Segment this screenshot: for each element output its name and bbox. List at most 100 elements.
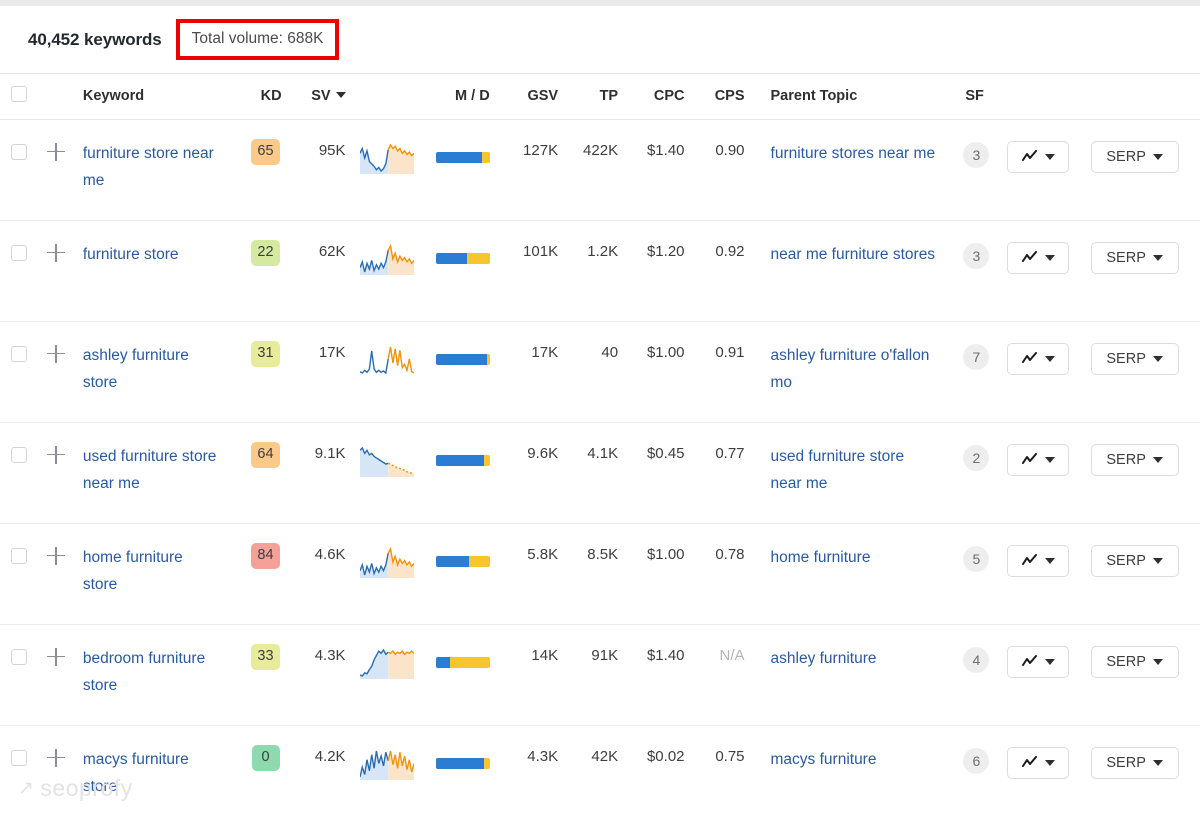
serp-button[interactable]: SERP [1090, 544, 1179, 577]
row-select-cell[interactable] [0, 422, 39, 524]
row-checkbox[interactable] [11, 143, 28, 160]
parent-topic-cell[interactable]: ashley furniture [758, 624, 952, 726]
keyword-link[interactable]: ashley furniture store [83, 347, 189, 391]
column-header-kd[interactable]: KD [227, 74, 294, 120]
parent-topic-cell[interactable]: furniture stores near me [758, 119, 952, 221]
table-row[interactable]: bedroom furniture store 33 4.3K 14K 91K $1.40… [0, 624, 1200, 726]
table-row[interactable]: macys furniture store 0 4.2K 4.3K 42K $0.02 0.… [0, 725, 1200, 816]
column-header-tp[interactable]: TP [572, 74, 633, 120]
metrics-chart-button[interactable] [1007, 443, 1070, 476]
parent-topic-cell[interactable]: home furniture [758, 523, 952, 625]
row-expand-cell[interactable] [38, 119, 73, 221]
chart-action-cell[interactable] [1007, 725, 1091, 816]
select-all-header[interactable] [0, 74, 39, 120]
serp-action-cell[interactable]: SERP [1090, 624, 1200, 726]
parent-topic-cell[interactable]: used furniture store near me [758, 422, 952, 524]
plus-icon[interactable] [46, 243, 66, 263]
parent-topic-cell[interactable]: ashley furniture o'fallon mo [758, 321, 952, 423]
keyword-cell[interactable]: furniture store [72, 220, 228, 322]
plus-icon[interactable] [46, 546, 66, 566]
column-header-sv[interactable]: SV [293, 74, 354, 120]
row-expand-cell[interactable] [38, 220, 73, 322]
keyword-link[interactable]: furniture store near me [83, 145, 214, 189]
keyword-link[interactable]: used furniture store near me [83, 448, 217, 492]
column-header-cpc[interactable]: CPC [632, 74, 699, 120]
metrics-chart-button[interactable] [1007, 544, 1070, 577]
metrics-chart-button[interactable] [1007, 645, 1070, 678]
keyword-link[interactable]: bedroom furniture store [83, 650, 205, 694]
column-header-gsv[interactable]: GSV [505, 74, 573, 120]
row-checkbox[interactable] [11, 749, 28, 766]
plus-icon[interactable] [46, 647, 66, 667]
keyword-cell[interactable]: home furniture store [72, 523, 228, 625]
keyword-cell[interactable]: bedroom furniture store [72, 624, 228, 726]
row-checkbox[interactable] [11, 648, 28, 665]
parent-topic-link[interactable]: home furniture [771, 549, 871, 566]
table-row[interactable]: furniture store 22 62K 101K 1.2K $1.20 0.92 nea… [0, 220, 1200, 322]
serp-button[interactable]: SERP [1090, 443, 1179, 476]
row-select-cell[interactable] [0, 220, 39, 322]
parent-topic-link[interactable]: furniture stores near me [771, 145, 936, 162]
row-select-cell[interactable] [0, 624, 39, 726]
row-select-cell[interactable] [0, 321, 39, 423]
parent-topic-link[interactable]: macys furniture [771, 751, 877, 768]
parent-topic-link[interactable]: ashley furniture o'fallon mo [771, 347, 930, 391]
row-select-cell[interactable] [0, 119, 39, 221]
table-row[interactable]: home furniture store 84 4.6K 5.8K 8.5K $1.00 0… [0, 523, 1200, 625]
metrics-chart-button[interactable] [1007, 140, 1070, 173]
keyword-cell[interactable]: used furniture store near me [72, 422, 228, 524]
plus-icon[interactable] [46, 344, 66, 364]
metrics-chart-button[interactable] [1007, 241, 1070, 274]
column-header-parent-topic[interactable]: Parent Topic [758, 74, 952, 120]
plus-icon[interactable] [46, 445, 66, 465]
parent-topic-link[interactable]: ashley furniture [771, 650, 877, 667]
serp-action-cell[interactable]: SERP [1090, 220, 1200, 322]
parent-topic-cell[interactable]: near me furniture stores [758, 220, 952, 322]
table-row[interactable]: furniture store near me 65 95K 127K 422K $1.4… [0, 119, 1200, 221]
keyword-link[interactable]: home furniture store [83, 549, 183, 593]
column-header-md[interactable]: M / D [424, 74, 506, 120]
row-select-cell[interactable] [0, 523, 39, 625]
row-expand-cell[interactable] [38, 422, 73, 524]
serp-action-cell[interactable]: SERP [1090, 725, 1200, 816]
chart-action-cell[interactable] [1007, 220, 1091, 322]
row-expand-cell[interactable] [38, 523, 73, 625]
chart-action-cell[interactable] [1007, 523, 1091, 625]
parent-topic-cell[interactable]: macys furniture [759, 725, 952, 816]
keyword-cell[interactable]: furniture store near me [72, 119, 228, 221]
serp-action-cell[interactable]: SERP [1090, 523, 1200, 625]
row-expand-cell[interactable] [38, 624, 73, 726]
serp-action-cell[interactable]: SERP [1090, 119, 1200, 221]
column-header-keyword[interactable]: Keyword [72, 74, 228, 120]
serp-action-cell[interactable]: SERP [1090, 422, 1200, 524]
keyword-cell[interactable]: ashley furniture store [72, 321, 228, 423]
row-select-cell[interactable] [0, 725, 39, 816]
chart-action-cell[interactable] [1007, 422, 1091, 524]
row-checkbox[interactable] [11, 446, 28, 463]
serp-button[interactable]: SERP [1090, 645, 1179, 678]
serp-button[interactable]: SERP [1090, 241, 1179, 274]
row-checkbox[interactable] [11, 244, 28, 261]
parent-topic-link[interactable]: used furniture store near me [771, 448, 905, 492]
serp-button[interactable]: SERP [1090, 746, 1179, 779]
serp-button[interactable]: SERP [1090, 342, 1179, 375]
keyword-link[interactable]: furniture store [83, 246, 179, 263]
keyword-cell[interactable]: macys furniture store [73, 725, 227, 816]
serp-button[interactable]: SERP [1090, 140, 1179, 173]
column-header-sf[interactable]: SF [951, 74, 1008, 120]
plus-icon[interactable] [46, 748, 66, 768]
metrics-chart-button[interactable] [1007, 746, 1070, 779]
parent-topic-link[interactable]: near me furniture stores [771, 246, 936, 263]
keyword-link[interactable]: macys furniture store [83, 751, 189, 795]
table-row[interactable]: used furniture store near me 64 9.1K 9.6K 4.… [0, 422, 1200, 524]
serp-action-cell[interactable]: SERP [1090, 321, 1200, 423]
chart-action-cell[interactable] [1007, 119, 1091, 221]
table-row[interactable]: ashley furniture store 31 17K 17K 40 $1.00 0.9… [0, 321, 1200, 423]
chart-action-cell[interactable] [1007, 321, 1091, 423]
row-expand-cell[interactable] [38, 321, 73, 423]
row-checkbox[interactable] [11, 547, 28, 564]
select-all-checkbox[interactable] [11, 86, 28, 103]
row-expand-cell[interactable] [39, 725, 73, 816]
chart-action-cell[interactable] [1007, 624, 1091, 726]
plus-icon[interactable] [46, 142, 66, 162]
